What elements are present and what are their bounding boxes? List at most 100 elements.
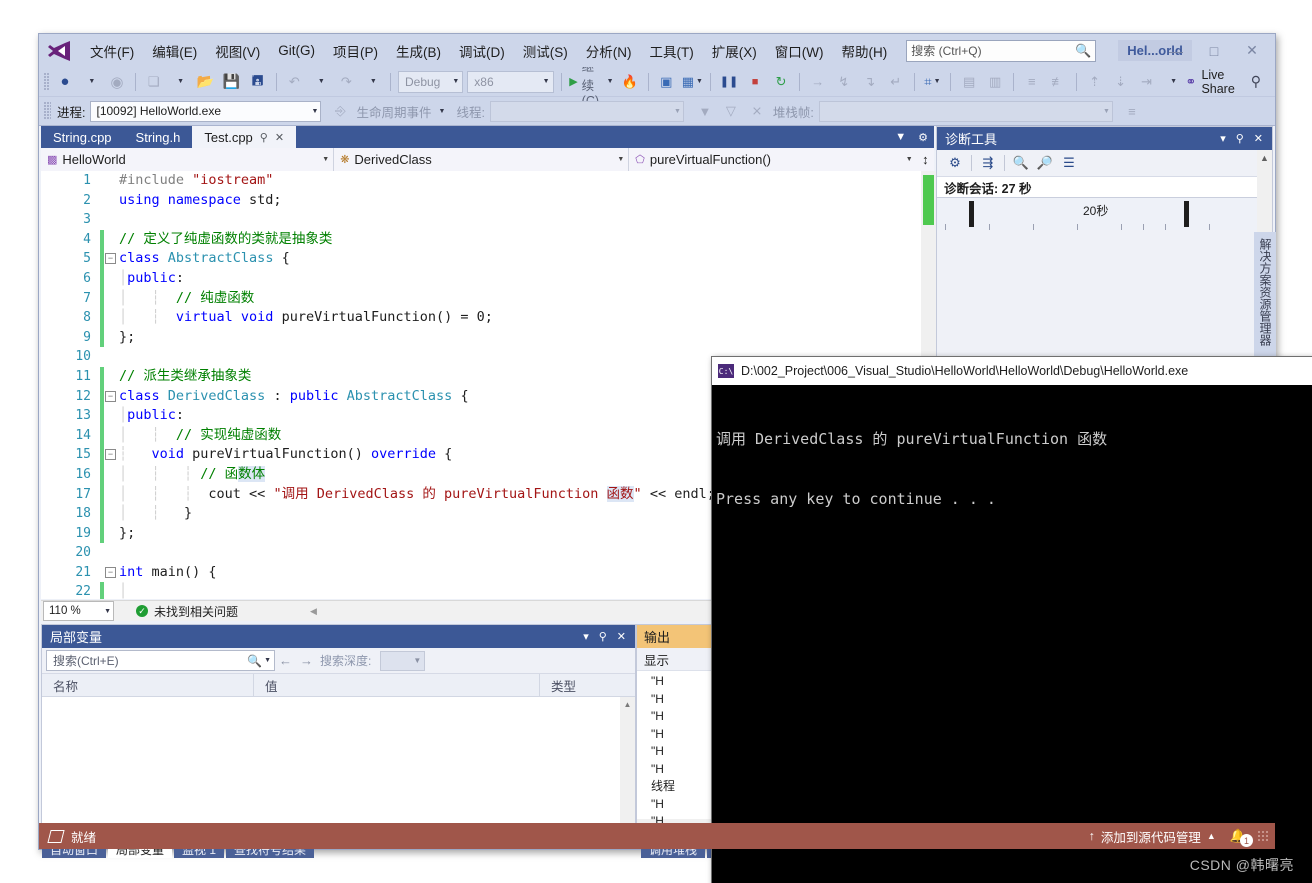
editor-scroll-thumb[interactable] bbox=[923, 175, 934, 225]
scroll-up-icon[interactable]: ▲ bbox=[1257, 150, 1272, 166]
process-combo[interactable]: [10092] HelloWorld.exe ▼ bbox=[90, 100, 322, 122]
stop-debugging-button[interactable]: ■ bbox=[742, 71, 768, 93]
chart-icon[interactable]: ☰ bbox=[1057, 152, 1081, 174]
split-view-icon[interactable]: ↕ bbox=[917, 148, 934, 171]
save-all-button[interactable]: 🖪 bbox=[245, 71, 271, 93]
save-button[interactable]: 💾 bbox=[219, 71, 245, 93]
undo-button[interactable]: ↶ bbox=[281, 71, 307, 93]
locals-close-icon[interactable]: ✕ bbox=[612, 630, 631, 643]
bookmark-1-button[interactable]: ⇡ bbox=[1082, 71, 1108, 93]
comment-lines-button[interactable]: ▤ bbox=[956, 71, 982, 93]
resize-grip[interactable] bbox=[1258, 830, 1269, 842]
navbar-project-combo[interactable]: ▩ HelloWorld ▼ bbox=[41, 148, 335, 171]
menu-item-build[interactable]: 生成(B) bbox=[387, 37, 450, 65]
close-tab-icon[interactable]: ✕ bbox=[275, 131, 284, 144]
code-text[interactable]: }; bbox=[117, 328, 135, 348]
code-line[interactable]: 7 │ ┆ // 纯虚函数 bbox=[41, 288, 921, 309]
step-into-button[interactable]: ↯ bbox=[831, 71, 857, 93]
decrease-indent-button[interactable]: ≡ bbox=[1019, 71, 1045, 93]
new-item-button[interactable]: ❏ bbox=[141, 71, 167, 93]
code-text[interactable]: using namespace std; bbox=[117, 191, 282, 211]
step-out-button[interactable]: ↵ bbox=[883, 71, 909, 93]
zoom-out-icon[interactable]: 🔎 bbox=[1033, 152, 1057, 174]
close-button[interactable]: ✕ bbox=[1233, 38, 1271, 64]
navigate-backward-button[interactable]: ● bbox=[52, 71, 78, 93]
code-text[interactable]: │ bbox=[117, 582, 127, 599]
new-item-dropdown[interactable]: ▼ bbox=[167, 71, 193, 93]
menu-item-project[interactable]: 项目(P) bbox=[324, 37, 387, 65]
toolbar-overflow-button[interactable]: ▼ bbox=[1160, 71, 1186, 93]
restart-button[interactable]: ↻ bbox=[768, 71, 794, 93]
solution-platform-combo[interactable]: x86 ▼ bbox=[467, 70, 554, 93]
menu-item-view[interactable]: 视图(V) bbox=[206, 37, 269, 65]
menu-item-analyze[interactable]: 分析(N) bbox=[577, 37, 641, 65]
code-text[interactable]: │ ┆ } bbox=[117, 504, 192, 524]
menu-item-git[interactable]: Git(G) bbox=[269, 39, 324, 62]
document-tab-string-h[interactable]: String.h bbox=[123, 126, 193, 148]
redo-dropdown[interactable]: ▼ bbox=[359, 71, 385, 93]
menu-item-tools[interactable]: 工具(T) bbox=[641, 37, 703, 65]
no-filter-icon[interactable]: ⨯ bbox=[744, 100, 770, 122]
code-line[interactable]: 6 │public: bbox=[41, 268, 921, 289]
live-share-button[interactable]: ⚭ Live Share ⚲ bbox=[1186, 68, 1276, 96]
locals-column-value[interactable]: 值 bbox=[254, 674, 540, 696]
minimize-button[interactable]: — bbox=[1157, 38, 1195, 64]
fold-toggle-icon[interactable]: − bbox=[104, 445, 117, 465]
code-text[interactable]: class AbstractClass { bbox=[117, 249, 290, 269]
locals-prev-button[interactable]: ← bbox=[275, 653, 296, 668]
menu-item-extensions[interactable]: 扩展(X) bbox=[703, 37, 766, 65]
undo-dropdown[interactable]: ▼ bbox=[307, 71, 333, 93]
fold-toggle-icon[interactable]: − bbox=[104, 249, 117, 269]
locals-search-input[interactable]: 搜索(Ctrl+E) 🔍 ▼ bbox=[46, 650, 275, 671]
navigate-forward-button[interactable]: ◉ bbox=[104, 71, 130, 93]
scroll-up-icon[interactable]: ▲ bbox=[620, 697, 635, 712]
bookmark-3-button[interactable]: ⇥ bbox=[1134, 71, 1160, 93]
locals-column-type[interactable]: 类型 bbox=[540, 674, 635, 696]
hot-reload-button[interactable]: 🔥 bbox=[617, 71, 643, 93]
issues-prev-icon[interactable]: ◀ bbox=[310, 606, 317, 617]
increase-indent-button[interactable]: ≢ bbox=[1045, 71, 1071, 93]
zoom-in-icon[interactable]: 🔍 bbox=[1009, 152, 1033, 174]
thread-combo[interactable]: ▼ bbox=[489, 100, 684, 122]
code-text[interactable]: │public: bbox=[117, 269, 184, 289]
menu-item-edit[interactable]: 编辑(E) bbox=[143, 37, 206, 65]
diagnostics-button[interactable]: ⌗ ▼ bbox=[919, 71, 945, 93]
menu-item-window[interactable]: 窗口(W) bbox=[766, 37, 833, 65]
locals-grid-scrollbar[interactable]: ▲ bbox=[620, 697, 635, 841]
open-file-icon[interactable]: 📂 bbox=[193, 71, 219, 93]
navbar-member-combo[interactable]: ⬠ pureVirtualFunction() ▼ bbox=[629, 148, 916, 171]
code-text[interactable]: ┆ void pureVirtualFunction() override { bbox=[117, 445, 452, 465]
code-line[interactable]: 3 bbox=[41, 210, 921, 230]
code-text[interactable]: │ ┆ ┆ cout << "调用 DerivedClass 的 pureVir… bbox=[117, 485, 715, 505]
debugbar-grip[interactable] bbox=[44, 102, 51, 120]
navbar-class-combo[interactable]: ❋ DerivedClass ▼ bbox=[334, 148, 630, 171]
export-icon[interactable]: ⇶ bbox=[976, 152, 1000, 174]
fold-toggle-icon[interactable]: − bbox=[104, 387, 117, 407]
source-control-arrow-icon[interactable]: ▲ bbox=[1207, 831, 1216, 841]
tab-list-chevron-icon[interactable]: ▼ bbox=[889, 131, 912, 143]
menu-item-debug[interactable]: 调试(D) bbox=[450, 37, 514, 65]
code-text[interactable]: #include "iostream" bbox=[117, 171, 273, 191]
code-line[interactable]: 1 #include "iostream" bbox=[41, 171, 921, 191]
code-text[interactable]: │ ┆ ┆ // 函数体 bbox=[117, 465, 266, 485]
maximize-button[interactable]: □ bbox=[1195, 38, 1233, 64]
console-window[interactable]: C:\ D:\002_Project\006_Visual_Studio\Hel… bbox=[711, 356, 1312, 883]
locals-dropdown-icon[interactable]: ▾ bbox=[578, 630, 594, 643]
pin-toolbar-icon[interactable]: ⚲ bbox=[1251, 73, 1261, 90]
redo-button[interactable]: ↷ bbox=[333, 71, 359, 93]
debugbar-overflow-button[interactable]: ≡ bbox=[1119, 100, 1145, 122]
show-next-statement-button[interactable]: → bbox=[805, 71, 831, 93]
step-over-button[interactable]: ↴ bbox=[857, 71, 883, 93]
continue-button[interactable]: ▶ 继续(C) ▼ bbox=[566, 60, 616, 108]
code-text[interactable]: │ ┆ // 纯虚函数 bbox=[117, 289, 254, 309]
bookmark-2-button[interactable]: ⇣ bbox=[1108, 71, 1134, 93]
document-tab-test-cpp[interactable]: Test.cpp ⚲ ✕ bbox=[192, 126, 297, 148]
diagnostic-close-icon[interactable]: ✕ bbox=[1249, 132, 1268, 145]
search-input[interactable]: 搜索 (Ctrl+Q) bbox=[911, 42, 1075, 59]
locals-pin-icon[interactable]: ⚲ bbox=[594, 630, 612, 643]
code-line[interactable]: 5− class AbstractClass { bbox=[41, 249, 921, 269]
code-text[interactable]: // 派生类继承抽象类 bbox=[117, 367, 251, 387]
locals-grid-body[interactable]: ▲ bbox=[42, 697, 635, 841]
code-line[interactable]: 8 │ ┆ virtual void pureVirtualFunction() … bbox=[41, 308, 921, 328]
console-title-bar[interactable]: C:\ D:\002_Project\006_Visual_Studio\Hel… bbox=[712, 357, 1312, 385]
